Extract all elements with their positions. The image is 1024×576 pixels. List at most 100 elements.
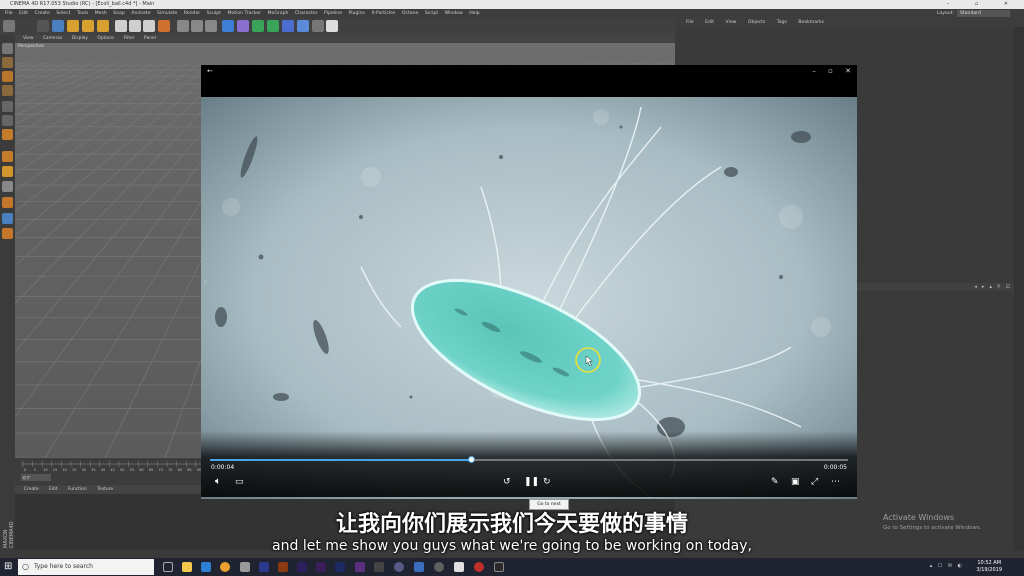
task-view-icon[interactable] bbox=[163, 562, 173, 572]
edge-icon[interactable] bbox=[201, 562, 211, 572]
mat-menu-create[interactable]: Create bbox=[24, 485, 39, 494]
view-menu-options[interactable]: Options bbox=[97, 35, 114, 43]
attribute-toolbar[interactable]: ◂▸▴⚲⊡⊞ bbox=[856, 283, 1024, 291]
x-axis-icon[interactable] bbox=[115, 20, 127, 32]
obj-menu-bookmarks[interactable]: Bookmarks bbox=[798, 18, 824, 27]
seek-bar[interactable] bbox=[210, 456, 848, 463]
menu-simulate[interactable]: Simulate bbox=[157, 9, 177, 18]
subtitles-icon[interactable]: ▭ bbox=[235, 476, 244, 488]
media-encoder-icon[interactable] bbox=[335, 562, 345, 572]
store-icon[interactable] bbox=[240, 562, 250, 572]
solo-icon[interactable] bbox=[2, 228, 13, 239]
right-toolbar[interactable] bbox=[1014, 27, 1024, 550]
menu-script[interactable]: Script bbox=[425, 9, 438, 18]
pause-icon[interactable]: ❚❚ bbox=[524, 476, 539, 488]
more-icon[interactable]: ⋯ bbox=[831, 476, 840, 488]
obs-icon[interactable] bbox=[434, 562, 444, 572]
menu-sculpt[interactable]: Sculpt bbox=[207, 9, 221, 18]
illustrator-icon[interactable] bbox=[278, 562, 288, 572]
menu-help[interactable]: Help bbox=[469, 9, 479, 18]
menu-motion-tracker[interactable]: Motion Tracker bbox=[227, 9, 261, 18]
after-effects-icon[interactable] bbox=[297, 562, 307, 572]
mini-view-icon[interactable]: ▣ bbox=[791, 476, 800, 488]
light-icon[interactable] bbox=[326, 20, 338, 32]
view-menu-display[interactable]: Display bbox=[72, 35, 88, 43]
polygons-mode-icon[interactable] bbox=[2, 129, 13, 140]
obj-menu-tags[interactable]: Tags bbox=[777, 18, 787, 27]
array-icon[interactable] bbox=[267, 20, 279, 32]
chrome-icon[interactable] bbox=[220, 562, 230, 572]
windows-start-icon[interactable]: ⊞ bbox=[4, 561, 16, 573]
workplane-icon[interactable] bbox=[2, 85, 13, 96]
subdivision-icon[interactable] bbox=[252, 20, 264, 32]
model-mode-icon[interactable] bbox=[2, 57, 13, 68]
sculpt-icon[interactable] bbox=[2, 213, 13, 224]
make-editable-icon[interactable] bbox=[2, 43, 13, 54]
view-menu-view[interactable]: View bbox=[23, 35, 33, 43]
previous-item-icon[interactable]: ‹ bbox=[203, 275, 208, 289]
video-player-window[interactable]: ← – ▫ ✕ ‹ 0:00:04 0:00:05 🔈︎ ▭ ↺ ❚❚ ↻ ✎ … bbox=[201, 65, 857, 499]
camera-icon[interactable] bbox=[312, 20, 324, 32]
volume-icon[interactable]: 🔈︎ bbox=[215, 476, 221, 488]
snap-icon[interactable] bbox=[2, 181, 13, 192]
taskbar-search[interactable]: ○ Type here to search bbox=[18, 559, 154, 575]
films-tv-icon[interactable] bbox=[494, 562, 504, 572]
mat-menu-texture[interactable]: Texture bbox=[97, 485, 113, 494]
file-explorer-icon[interactable] bbox=[182, 562, 192, 572]
premiere-icon[interactable] bbox=[316, 562, 326, 572]
points-mode-icon[interactable] bbox=[2, 101, 13, 112]
obj-menu-edit[interactable]: Edit bbox=[705, 18, 714, 27]
menu-file[interactable]: File bbox=[5, 9, 13, 18]
view-menu-filter[interactable]: Filter bbox=[124, 35, 135, 43]
layout-select[interactable]: Standard bbox=[957, 10, 1010, 17]
notepad-icon[interactable] bbox=[454, 562, 464, 572]
coord-system-icon[interactable] bbox=[158, 20, 170, 32]
app-icon[interactable] bbox=[394, 562, 404, 572]
floor-icon[interactable] bbox=[297, 20, 309, 32]
menu-octane[interactable]: Octane bbox=[402, 9, 419, 18]
player-window-controls[interactable]: – ▫ ✕ bbox=[812, 65, 851, 77]
render-picture-icon[interactable] bbox=[191, 20, 203, 32]
draw-icon[interactable]: ✎ bbox=[771, 476, 779, 488]
menu-create[interactable]: Create bbox=[35, 9, 50, 18]
menu-render[interactable]: Render bbox=[184, 9, 200, 18]
edges-mode-icon[interactable] bbox=[2, 115, 13, 126]
render-settings-icon[interactable] bbox=[205, 20, 217, 32]
menu-mograph[interactable]: MoGraph bbox=[268, 9, 289, 18]
skip-forward-30-icon[interactable]: ↻ bbox=[543, 476, 551, 488]
clock[interactable]: 10:52 AM 3/19/2019 bbox=[976, 560, 1002, 574]
menu-plugins[interactable]: Plugins bbox=[349, 9, 365, 18]
obj-menu-view[interactable]: View bbox=[726, 18, 737, 27]
axis-mode-icon[interactable] bbox=[2, 151, 13, 162]
back-arrow-icon[interactable]: ← bbox=[207, 65, 213, 77]
select-arrow-icon[interactable] bbox=[37, 20, 49, 32]
tweak-icon[interactable] bbox=[2, 166, 13, 177]
scale-icon[interactable] bbox=[67, 20, 79, 32]
render-view-icon[interactable] bbox=[177, 20, 189, 32]
view-menu-cameras[interactable]: Cameras bbox=[43, 35, 63, 43]
minimize-icon[interactable]: – bbox=[812, 67, 816, 75]
move-icon[interactable] bbox=[52, 20, 64, 32]
texture-mode-icon[interactable] bbox=[2, 71, 13, 82]
audition-icon[interactable] bbox=[355, 562, 365, 572]
lock-workplane-icon[interactable] bbox=[2, 197, 13, 208]
deformer-icon[interactable] bbox=[282, 20, 294, 32]
rotate-icon[interactable] bbox=[82, 20, 94, 32]
mat-menu-function[interactable]: Function bbox=[68, 485, 87, 494]
menu-mesh[interactable]: Mesh bbox=[95, 9, 107, 18]
mail-icon[interactable] bbox=[414, 562, 424, 572]
fullscreen-icon[interactable]: ⤢ bbox=[811, 476, 818, 488]
photoshop-icon[interactable] bbox=[259, 562, 269, 572]
close-icon[interactable]: ✕ bbox=[845, 67, 851, 75]
system-tray[interactable]: ▴ ☐ ✉ ◐ bbox=[930, 563, 964, 569]
menu-character[interactable]: Character bbox=[295, 9, 318, 18]
menu-tools[interactable]: Tools bbox=[77, 9, 88, 18]
menu-x-particles[interactable]: X-Particles bbox=[371, 9, 395, 18]
obj-menu-file[interactable]: File bbox=[686, 18, 694, 27]
c4d-window-controls[interactable]: – ▫ ✕ bbox=[947, 0, 1020, 9]
skip-back-10-icon[interactable]: ↺ bbox=[503, 476, 511, 488]
menu-select[interactable]: Select bbox=[56, 9, 70, 18]
mat-menu-edit[interactable]: Edit bbox=[49, 485, 58, 494]
maximize-icon[interactable]: ▫ bbox=[828, 67, 833, 75]
menu-snap[interactable]: Snap bbox=[113, 9, 125, 18]
